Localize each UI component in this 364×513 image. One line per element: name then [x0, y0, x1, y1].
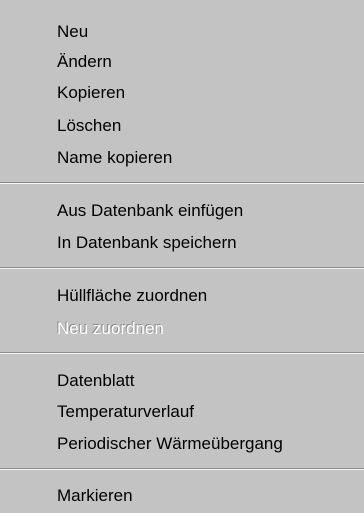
menu-separator: [0, 182, 364, 184]
menu-item-datenblatt[interactable]: Datenblatt: [57, 366, 135, 396]
menu-item-aendern[interactable]: Ändern: [57, 47, 112, 77]
menu-item-name-kopieren[interactable]: Name kopieren: [57, 143, 172, 173]
menu-separator: [0, 468, 364, 470]
context-menu: Neu Ändern Kopieren Löschen Name kopiere…: [0, 0, 364, 513]
menu-item-neu[interactable]: Neu: [57, 17, 88, 47]
menu-item-markieren[interactable]: Markieren: [57, 481, 133, 511]
menu-item-kopieren[interactable]: Kopieren: [57, 78, 125, 108]
menu-item-temperaturverlauf[interactable]: Temperaturverlauf: [57, 397, 194, 427]
menu-item-huellflaeche-zuordnen[interactable]: Hüllfläche zuordnen: [57, 281, 207, 311]
menu-item-in-datenbank-speichern[interactable]: In Datenbank speichern: [57, 228, 237, 258]
menu-separator: [0, 267, 364, 269]
menu-item-aus-datenbank-einfuegen[interactable]: Aus Datenbank einfügen: [57, 196, 243, 226]
menu-item-neu-zuordnen: Neu zuordnen: [57, 319, 164, 338]
menu-separator: [0, 352, 364, 354]
menu-item-periodischer-waermeuebergang[interactable]: Periodischer Wärmeübergang: [57, 429, 283, 459]
menu-item-loeschen[interactable]: Löschen: [57, 111, 121, 141]
